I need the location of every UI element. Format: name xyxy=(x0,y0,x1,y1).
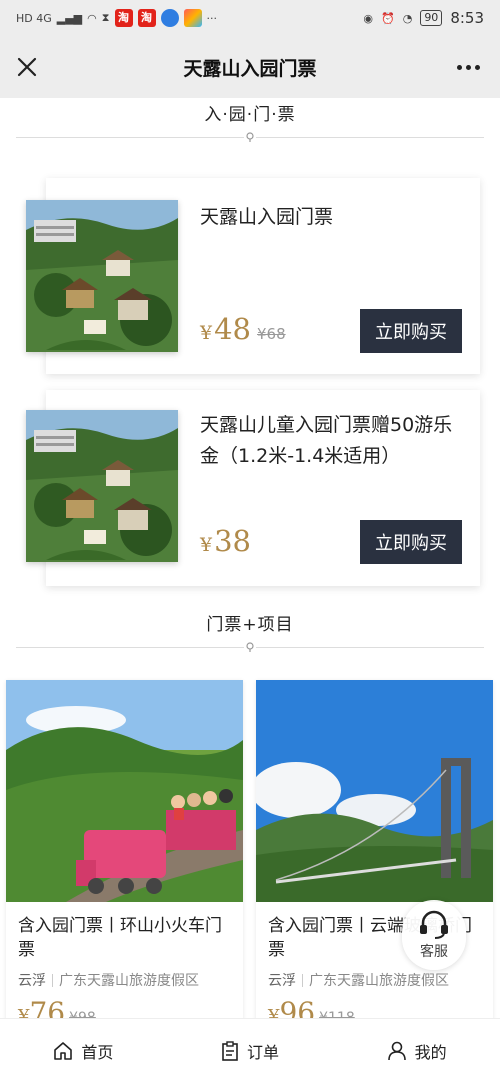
home-icon xyxy=(54,1041,73,1060)
app-icon-blue xyxy=(160,9,179,27)
page-title: 天露山入园门票 xyxy=(183,57,317,80)
entrance-section-title: 入·园·门·票 xyxy=(204,105,296,125)
original-price: ¥68 xyxy=(257,325,286,343)
ticket-card[interactable]: 天露山儿童入园门票赠50游乐金（1.2米-1.4米适用） ¥ 38 立即购买 xyxy=(26,390,480,586)
title-bar: 天露山入园门票 xyxy=(0,36,500,98)
currency-symbol: ¥ xyxy=(200,534,213,556)
ticket-card[interactable]: 天露山入园门票 ¥ 48 ¥68 立即购买 xyxy=(26,178,480,374)
location-separator xyxy=(52,974,53,987)
status-time: 8:53 xyxy=(450,9,484,27)
price-value: 48 xyxy=(214,312,251,346)
location-pin-icon xyxy=(244,132,256,142)
nav-orders[interactable]: 订单 xyxy=(167,1019,334,1082)
status-left: HD 4G ▂▄▆ ◠ ⧗ 淘 淘 ··· xyxy=(16,9,217,27)
headset-icon xyxy=(420,910,448,939)
location-separator xyxy=(302,974,303,987)
resort-village-image xyxy=(26,410,178,562)
combo-section-head: 门票+项目 xyxy=(0,610,500,652)
combo-name: 含入园门票丨环山小火车门票 xyxy=(18,916,222,960)
mute-icon: ◔ xyxy=(402,11,413,25)
status-right: ◉ ⏰ ◔ 90 8:53 xyxy=(363,9,484,27)
ticket-name: 天露山入园门票 xyxy=(200,206,334,228)
combo-location: 云浮 广东天露山旅游度假区 xyxy=(256,962,493,990)
price-value: 38 xyxy=(214,524,251,558)
alarm-icon: ⏰ xyxy=(381,11,395,25)
mountain-train-image xyxy=(6,680,243,902)
ticket-price: ¥ 38 xyxy=(200,524,251,558)
close-icon xyxy=(17,57,37,77)
ticket-price: ¥ 48 ¥68 xyxy=(200,312,286,346)
combo-card[interactable]: 含入园门票丨环山小火车门票 云浮广东天露山旅游度假区 ¥ 76 ¥98 xyxy=(6,680,243,1040)
buy-now-button[interactable]: 立即购买 xyxy=(360,520,462,564)
battery-indicator: 90 xyxy=(420,10,443,26)
nav-home-label: 首页 xyxy=(81,1042,114,1062)
more-button[interactable] xyxy=(450,52,486,82)
nav-home[interactable]: 首页 xyxy=(0,1019,167,1082)
more-dot xyxy=(474,64,480,70)
combo-venue: 广东天露山旅游度假区 xyxy=(309,973,449,989)
combo-section-title: 门票+项目 xyxy=(206,615,294,635)
section-divider xyxy=(16,642,484,652)
order-icon xyxy=(222,1040,238,1061)
more-dot xyxy=(456,64,462,70)
network-label: HD 4G xyxy=(16,11,52,25)
user-icon xyxy=(387,1041,406,1060)
currency-symbol: ¥ xyxy=(200,322,213,344)
nav-orders-label: 订单 xyxy=(247,1042,280,1062)
hourglass-icon: ⧗ xyxy=(101,11,110,24)
combo-image xyxy=(6,680,243,902)
combo-venue: 广东天露山旅游度假区 xyxy=(59,973,199,989)
combo-location: 云浮 广东天露山旅游度假区 xyxy=(6,962,243,990)
customer-service-label: 客服 xyxy=(420,944,448,960)
taobao-app-icon-2: 淘 xyxy=(137,9,156,27)
taobao-app-icon: 淘 xyxy=(114,9,133,27)
status-bar: HD 4G ▂▄▆ ◠ ⧗ 淘 淘 ··· ◉ ⏰ ◔ 90 8:53 xyxy=(0,0,500,36)
combo-city: 云浮 xyxy=(268,973,296,989)
location-pin-icon xyxy=(244,642,256,652)
more-dot xyxy=(465,64,471,70)
nav-profile-label: 我的 xyxy=(414,1042,447,1062)
wifi-icon: ◠ xyxy=(87,11,97,25)
resort-village-image xyxy=(26,200,178,352)
app-icon-color xyxy=(183,9,202,27)
section-divider xyxy=(16,132,484,142)
bottom-nav: 首页 订单 我的 xyxy=(0,1018,500,1082)
customer-service-button[interactable]: 客服 xyxy=(402,900,466,970)
buy-now-button[interactable]: 立即购买 xyxy=(360,309,462,353)
more-notifications-icon: ··· xyxy=(206,11,218,25)
ticket-image[interactable] xyxy=(26,410,178,562)
signal-icon: ▂▄▆ xyxy=(56,11,83,25)
combo-card[interactable]: 含入园门票丨云端玻璃桥门票 云浮广东天露山旅游度假区 ¥ 96 ¥118 xyxy=(256,680,493,1040)
ticket-name: 天露山儿童入园门票赠50游乐金（1.2米-1.4米适用） xyxy=(200,414,453,467)
entrance-section-head: 入·园·门·票 xyxy=(0,100,500,142)
combo-city: 云浮 xyxy=(18,973,46,989)
eye-icon: ◉ xyxy=(363,11,373,25)
close-button[interactable] xyxy=(12,52,42,82)
ticket-image[interactable] xyxy=(26,200,178,352)
nav-profile[interactable]: 我的 xyxy=(333,1019,500,1082)
combo-image xyxy=(256,680,493,902)
glass-bridge-image xyxy=(256,680,493,902)
